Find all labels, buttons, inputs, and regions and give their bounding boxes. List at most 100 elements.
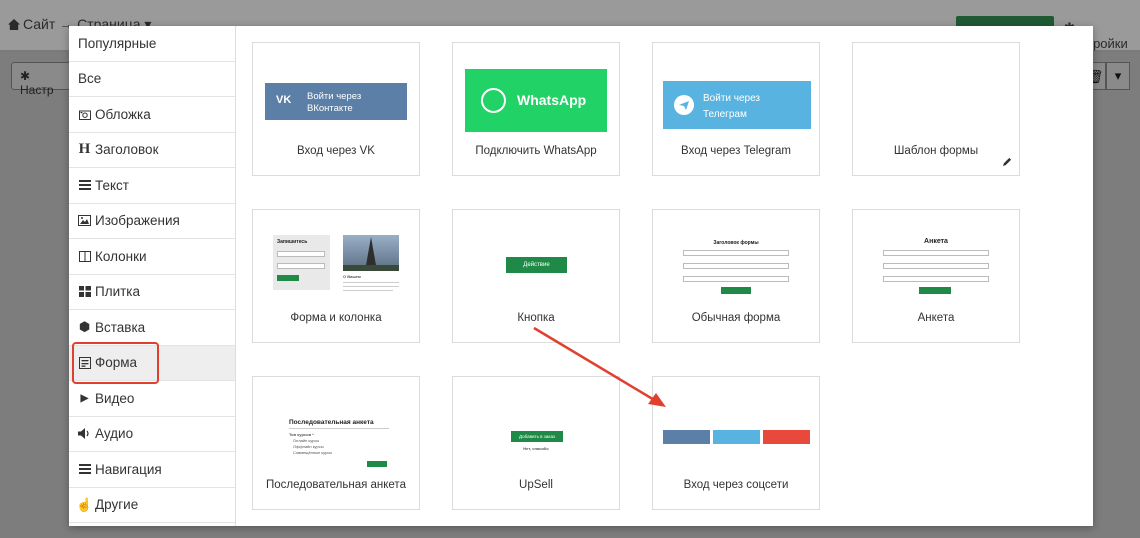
sidebar-item-popular[interactable]: Популярные [69, 26, 235, 62]
sidebar-item-label: Популярные [78, 35, 157, 51]
mini-button [277, 275, 299, 281]
preview-text: Анкета [924, 238, 948, 245]
google-mini-button [763, 430, 810, 444]
block-settings-button[interactable]: ✱ Настр [11, 62, 71, 97]
tiles-icon [78, 285, 91, 298]
sidebar-item-heading[interactable]: H Заголовок [69, 133, 235, 168]
mini-field [683, 276, 789, 282]
sidebar-item-label: Обложка [95, 106, 151, 122]
sidebar-item-label: Заголовок [95, 142, 159, 158]
mini-field [277, 251, 325, 257]
chevron-down-icon[interactable]: ▾ [1106, 62, 1130, 90]
sidebar-item-label: Изображения [95, 213, 180, 229]
card-vk-login[interactable]: VK Войти через ВКонтакте Вход через VK [252, 42, 420, 176]
card-label: Вход через Telegram [681, 145, 791, 157]
card-label: Вход через VK [297, 145, 375, 157]
preview-text: Заголовок формы [713, 240, 759, 246]
whatsapp-preview: WhatsApp [465, 69, 607, 132]
preview-text: ВКонтакте [307, 103, 353, 114]
columns-icon [78, 250, 91, 263]
preview-button: Добавить в заказ [511, 431, 563, 442]
sidebar-item-label: Навигация [95, 461, 162, 477]
mini-line [343, 290, 393, 291]
sidebar-item-label: Текст [95, 177, 129, 193]
heading-icon: H [78, 141, 91, 158]
preview-text: Запишитесь [277, 239, 308, 245]
telegram-preview: Войти через Телеграм [663, 81, 811, 129]
preview-text: Войти через [307, 91, 362, 102]
mini-line [343, 286, 399, 287]
card-label: Форма и колонка [290, 312, 382, 324]
block-picker-modal: Популярные Все Обложка H Заголовок Текст … [69, 26, 1093, 526]
mini-field [683, 263, 789, 269]
preview-text: Онлайн курсы [293, 438, 320, 443]
sidebar-item-label: Плитка [95, 284, 141, 300]
sidebar-item-audio[interactable]: Аудио [69, 417, 235, 452]
sidebar-item-label: Все [78, 71, 102, 87]
cubes-icon: ⬢ [78, 319, 91, 335]
card-social-login[interactable]: Вход через соцсети [652, 376, 820, 510]
vk-mini-button [663, 430, 710, 444]
sidebar-item-video[interactable]: ▶ Видео [69, 381, 235, 417]
sidebar-item-images[interactable]: Изображения [69, 204, 235, 239]
card-regular-form[interactable]: Заголовок формы Обычная форма [652, 209, 820, 343]
sidebar-item-embed[interactable]: ⬢ Вставка [69, 310, 235, 346]
youtube-icon: ▶ [80, 392, 89, 404]
card-label: Шаблон формы [893, 145, 979, 157]
preview-button: Действие [506, 257, 567, 273]
sidebar-item-cover[interactable]: Обложка [69, 97, 235, 133]
sidebar-item-navigation[interactable]: Навигация [69, 452, 235, 488]
mini-button [367, 461, 387, 467]
sidebar-item-label: Другие [95, 497, 139, 513]
camera-icon [78, 108, 91, 121]
telegram-icon [674, 95, 694, 115]
volume-icon [78, 427, 91, 440]
sidebar-item-all[interactable]: Все [69, 62, 235, 97]
preview-text: Последовательная анкета [289, 419, 374, 426]
sidebar-item-other[interactable]: ☝ Другие [69, 488, 235, 523]
card-form-and-column[interactable]: Запишитесь О Вашем Форма и колонка [252, 209, 420, 343]
card-telegram[interactable]: Войти через Телеграм Вход через Telegram [652, 42, 820, 176]
card-label: Анкета [917, 312, 955, 324]
mini-form-preview: Запишитесь [273, 235, 330, 290]
vk-icon: VK [276, 94, 292, 106]
sidebar-item-label: Колонки [95, 248, 147, 264]
bars-icon [78, 463, 91, 476]
preview-text: Тип курсов * [289, 432, 314, 437]
text-lines-icon [78, 179, 91, 192]
mini-field [883, 263, 989, 269]
sidebar-item-tiles[interactable]: Плитка [69, 275, 235, 310]
mini-button [721, 287, 751, 294]
card-button[interactable]: Действие Кнопка [452, 209, 620, 343]
home-icon [8, 19, 20, 30]
card-questionnaire[interactable]: Анкета Анкета [852, 209, 1020, 343]
image-icon [78, 214, 91, 227]
mini-button [919, 287, 951, 294]
card-label: Кнопка [517, 312, 555, 324]
card-label: Вход через соцсети [683, 479, 789, 491]
mini-field [277, 263, 325, 269]
preview-text: Нет, спасибо [523, 446, 549, 451]
preview-text: Оффлайн курсы [293, 444, 324, 449]
sidebar-item-label: Аудио [95, 426, 134, 442]
vk-preview: VK Войти через ВКонтакте [265, 83, 407, 120]
mini-field [883, 250, 989, 256]
card-sequential-questionnaire[interactable]: Последовательная анкета Тип курсов * Онл… [252, 376, 420, 510]
card-label: UpSell [519, 479, 553, 491]
sidebar-item-text[interactable]: Текст [69, 168, 235, 204]
card-upsell[interactable]: Добавить в заказ Нет, спасибо UpSell [452, 376, 620, 510]
mini-field [883, 276, 989, 282]
preview-text: О Вашем [343, 274, 361, 279]
mini-line [343, 282, 399, 283]
card-label: Последовательная анкета [266, 479, 406, 491]
telegram-mini-button [713, 430, 760, 444]
preview-text: Войти через [703, 93, 761, 104]
mini-field [683, 250, 789, 256]
sidebar-item-columns[interactable]: Колонки [69, 239, 235, 275]
card-form-template[interactable]: Шаблон формы [852, 42, 1020, 176]
sidebar-item-label: Вставка [95, 319, 146, 335]
pencil-icon[interactable] [1003, 157, 1012, 166]
card-whatsapp[interactable]: WhatsApp Подключить WhatsApp [452, 42, 620, 176]
whatsapp-icon [481, 88, 506, 113]
preview-text: Совмещённые курсы [293, 450, 333, 455]
